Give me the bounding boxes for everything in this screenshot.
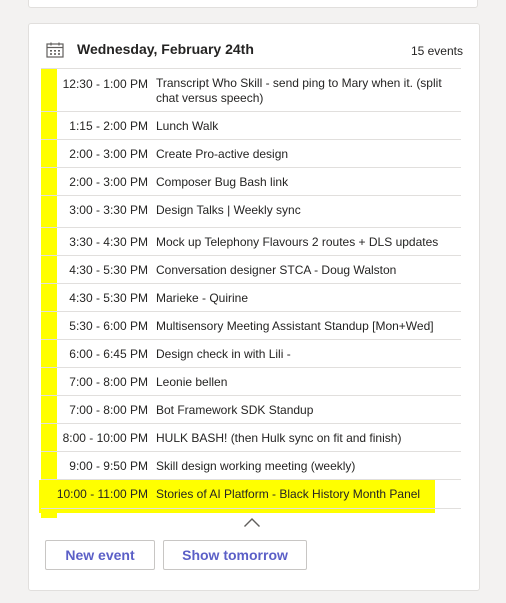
event-list: 12:30 - 1:00 PM Transcript Who Skill - s… bbox=[29, 68, 479, 509]
event-time: 7:00 - 8:00 PM bbox=[69, 403, 148, 417]
event-title: Skill design working meeting (weekly) bbox=[156, 459, 356, 473]
new-event-button[interactable]: New event bbox=[45, 540, 155, 570]
event-time: 6:00 - 6:45 PM bbox=[69, 347, 148, 361]
event-time: 3:00 - 3:30 PM bbox=[69, 203, 148, 217]
event-time: 9:00 - 9:50 PM bbox=[69, 459, 148, 473]
event-row[interactable]: 12:30 - 1:00 PM Transcript Who Skill - s… bbox=[29, 68, 479, 112]
event-title: Bot Framework SDK Standup bbox=[156, 403, 314, 417]
event-title: Multisensory Meeting Assistant Standup [… bbox=[156, 319, 434, 333]
event-row[interactable]: 5:30 - 6:00 PM Multisensory Meeting Assi… bbox=[29, 312, 479, 340]
event-row[interactable]: 6:00 - 6:45 PM Design check in with Lili… bbox=[29, 340, 479, 368]
event-row[interactable]: 7:00 - 8:00 PM Leonie bellen bbox=[29, 368, 479, 396]
event-time: 8:00 - 10:00 PM bbox=[62, 431, 148, 445]
event-row[interactable]: 4:30 - 5:30 PM Conversation designer STC… bbox=[29, 256, 479, 284]
event-row[interactable]: 7:00 - 8:00 PM Bot Framework SDK Standup bbox=[29, 396, 479, 424]
event-row[interactable]: 4:30 - 5:30 PM Marieke - Quirine bbox=[29, 284, 479, 312]
event-row[interactable]: 8:00 - 10:00 PM HULK BASH! (then Hulk sy… bbox=[29, 424, 479, 452]
agenda-header: Wednesday, February 24th 15 events bbox=[29, 24, 479, 72]
event-row[interactable]: 3:30 - 4:30 PM Mock up Telephony Flavour… bbox=[29, 228, 479, 256]
event-time: 10:00 - 11:00 PM bbox=[56, 487, 148, 501]
event-row[interactable]: 2:00 - 3:00 PM Composer Bug Bash link bbox=[29, 168, 479, 196]
event-count: 15 events bbox=[410, 44, 463, 58]
event-title: Conversation designer STCA - Doug Walsto… bbox=[156, 263, 397, 277]
event-title: Stories of AI Platform - Black History M… bbox=[156, 487, 421, 501]
calendar-icon bbox=[46, 42, 64, 58]
agenda-card: Wednesday, February 24th 15 events 12:30… bbox=[28, 23, 480, 591]
event-title: Mock up Telephony Flavours 2 routes + DL… bbox=[156, 235, 439, 249]
event-time: 2:00 - 3:00 PM bbox=[69, 175, 148, 189]
event-time: 5:30 - 6:00 PM bbox=[69, 319, 148, 333]
event-title: Leonie bellen bbox=[156, 375, 228, 389]
previous-card-edge bbox=[28, 0, 478, 8]
event-title: Design check in with Lili - bbox=[156, 347, 291, 361]
event-time: 7:00 - 8:00 PM bbox=[69, 375, 148, 389]
chevron-up-icon[interactable] bbox=[243, 517, 261, 528]
event-row[interactable]: 3:00 - 3:30 PM Design Talks | Weekly syn… bbox=[29, 196, 479, 228]
event-time: 2:00 - 3:00 PM bbox=[69, 147, 148, 161]
event-title: Marieke - Quirine bbox=[156, 291, 249, 305]
event-title: Create Pro-active design bbox=[156, 147, 289, 161]
event-row[interactable]: 10:00 - 11:00 PM Stories of AI Platform … bbox=[29, 480, 479, 509]
event-title: Transcript Who Skill - send ping to Mary… bbox=[156, 76, 442, 105]
event-title: Lunch Walk bbox=[156, 119, 219, 133]
event-title: HULK BASH! (then Hulk sync on fit and fi… bbox=[156, 431, 402, 445]
event-row[interactable]: 1:15 - 2:00 PM Lunch Walk bbox=[29, 112, 479, 140]
event-time: 12:30 - 1:00 PM bbox=[62, 77, 148, 91]
event-time: 3:30 - 4:30 PM bbox=[69, 235, 148, 249]
agenda-date-title: Wednesday, February 24th bbox=[77, 41, 254, 57]
event-title: Composer Bug Bash link bbox=[156, 175, 289, 189]
event-time: 4:30 - 5:30 PM bbox=[69, 291, 148, 305]
show-tomorrow-button[interactable]: Show tomorrow bbox=[163, 540, 307, 570]
event-time: 4:30 - 5:30 PM bbox=[69, 263, 148, 277]
event-title: Design Talks | Weekly sync bbox=[156, 203, 301, 217]
event-row[interactable]: 9:00 - 9:50 PM Skill design working meet… bbox=[29, 452, 479, 480]
event-row[interactable]: 2:00 - 3:00 PM Create Pro-active design bbox=[29, 140, 479, 168]
event-time: 1:15 - 2:00 PM bbox=[69, 119, 148, 133]
